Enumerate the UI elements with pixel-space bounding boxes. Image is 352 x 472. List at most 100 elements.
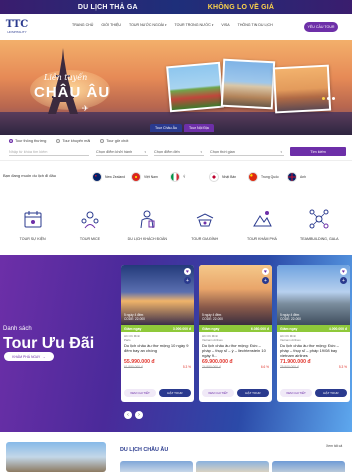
tour-search-panel: Tour thông thường Tour khuyến mãi Tour g… [0,135,352,161]
deal-actions: XEM CHI TIẾT ĐẶT TOUR [202,389,269,397]
chevron-down-icon: ▾ [200,149,202,154]
deals-title: Tour Ưu Đãi [3,335,95,352]
hero-photo-city [272,64,332,114]
view-all-link[interactable]: Xem tất cả [326,444,342,448]
chevron-right-icon[interactable]: › [135,411,143,419]
nav-about[interactable]: GIỚI THIỆU [101,23,121,27]
site-header: TTC HOSPITALITY TRANG CHỦ GIỚI THIỆU TOU… [0,14,352,40]
group-travel-icon [140,210,155,229]
chevron-down-icon: ▾ [165,23,167,27]
book-tour-button[interactable]: ĐẶT TOUR [237,389,269,397]
nav-visa[interactable]: VISA [221,23,229,27]
country-italy[interactable]: Ý [170,172,209,182]
radio-last-minute[interactable]: Tour giờ chót [100,139,128,143]
nz-flag-icon [92,172,102,182]
explore-icon [253,211,272,227]
deal-title[interactable]: Du lịch châu âu thơ mộng 10 ngày 9 đêm b… [121,342,194,358]
event-icon [24,211,42,228]
chevron-down-icon: ▾ [211,23,214,27]
deal-card[interactable]: ♥ + 5 ngày 4 đêm CODE: 22-000 Giảm ngay 3.… [121,265,194,402]
section-title: DU LỊCH CHÂU ÂU [120,447,169,453]
time-select[interactable]: Chọn thời gian ▾ [210,148,284,156]
deal-meta: Hồ Chí Minh Vietnam Airlines [202,334,223,342]
country-china[interactable]: Trung Quốc [248,172,287,182]
share-icon[interactable]: + [184,277,191,284]
country-vietnam[interactable]: Việt Nam [131,172,170,182]
deal-card[interactable]: ♥ + 5 ngày 4 đêm CODE: 22-000 Giảm ngay 4.… [277,265,350,402]
airplane-icon: ✈ [82,104,89,113]
search-button[interactable]: Tìm kiếm [290,147,346,156]
brand-logo[interactable]: TTC HOSPITALITY [5,16,29,38]
deal-price: 55.990.000 đ [124,359,155,365]
share-icon[interactable]: + [340,277,347,284]
tab-domestic[interactable]: Tour Nội Địa [183,124,214,132]
request-tour-button[interactable]: YÊU CẦU TOUR [304,22,338,32]
destination-select[interactable]: Chọn điểm đến ▾ [154,148,204,156]
europe-tour-thumbs [120,461,345,472]
category-family[interactable]: TOUR GIA ĐÌNH [177,208,233,241]
arrow-right-icon: → [42,354,46,359]
radio-empty-icon [100,139,105,143]
deal-actions: XEM CHI TIẾT ĐẶT TOUR [124,389,191,397]
tour-thumb[interactable] [196,461,269,472]
explore-now-button[interactable]: KHÁM PHÁ NGAY → [4,352,54,361]
deal-image: ♥ + 5 ngày 4 đêm CODE: 22-000 [277,265,350,325]
nav-domestic[interactable]: TOUR TRONG NƯỚC ▾ [175,23,214,27]
deal-title[interactable]: Du lịch châu âu thơ mộng: Đức – pháp – t… [199,342,272,358]
europe-section: DU LỊCH CHÂU ÂU Xem tất cả [0,432,352,472]
discount-bar: Giảm ngay 6.080.000 đ [199,325,272,332]
view-detail-button[interactable]: XEM CHI TIẾT [124,389,156,397]
chevron-down-icon: ▾ [280,149,282,154]
book-tour-button[interactable]: ĐẶT TOUR [315,389,347,397]
radio-promo[interactable]: Tour khuyến mãi [56,139,90,143]
country-new-zealand[interactable]: New Zealand [92,172,131,182]
category-teambuilding[interactable]: TEAMBUILDING, GALA [291,208,347,241]
deal-image: ♥ + 5 ngày 4 đêm CODE: 22-000 [121,265,194,325]
chevron-down-icon: ▾ [144,149,146,154]
share-icon[interactable]: + [262,277,269,284]
brand-mark: TTC [5,19,29,30]
jp-flag-icon [209,172,219,182]
category-explore[interactable]: TOUR KHÁM PHÁ [234,208,290,241]
promo-banner[interactable]: DU LỊCH THẢ GA KHÔNG LO VỀ GIÁ [0,0,352,14]
tab-europe[interactable]: Tour Châu Âu [150,124,182,132]
family-icon [196,213,213,227]
teambuilding-icon [309,209,329,229]
view-detail-button[interactable]: XEM CHI TIẾT [202,389,234,397]
category-event[interactable]: TOUR SỰ KIỆN [5,208,61,241]
keyword-input[interactable]: Nhập từ khóa tìm kiếm [9,148,89,156]
heart-icon[interactable]: ♥ [262,268,269,275]
country-japan[interactable]: Nhật Bản [209,172,248,182]
hero-photo-castle [220,58,276,110]
category-mice[interactable]: TOUR MICE [62,208,118,241]
deal-card[interactable]: ♥ + 5 ngày 4 đêm CODE: 22-000 Giảm ngay 6.… [199,265,272,402]
carousel-dots[interactable] [322,97,335,100]
deals-subtitle: Danh sách [3,326,32,332]
nav-outbound[interactable]: TOUR NƯỚC NGOÀI ▾ [129,23,167,27]
deal-tag: 5 ngày 4 đêm CODE: 22-000 [202,313,223,321]
nav-home[interactable]: TRANG CHỦ [72,23,93,27]
tour-type-radios: Tour thông thường Tour khuyến mãi Tour g… [9,139,128,143]
deal-old-price: 61.990.000 đ 5.3 % [124,365,191,369]
radio-regular[interactable]: Tour thông thường [9,139,46,143]
chevron-left-icon[interactable]: ‹ [124,411,132,419]
tour-categories: TOUR SỰ KIỆN TOUR MICE DU LỊCH KHÁCH ĐOÀ… [0,208,352,241]
book-tour-button[interactable]: ĐẶT TOUR [159,389,191,397]
departure-select[interactable]: Chọn điểm khởi hành ▾ [96,148,148,156]
deal-old-price: 75.900.000 đ 5.3 % [280,365,347,369]
tour-thumb[interactable] [272,461,345,472]
deal-actions: XEM CHI TIẾT ĐẶT TOUR [280,389,347,397]
country-question: Bạn đang muốn du lịch đi đâu [3,173,56,178]
heart-icon[interactable]: ♥ [184,268,191,275]
category-group-travel[interactable]: DU LỊCH KHÁCH ĐOÀN [119,208,175,241]
deal-meta: Hồ Chí Minh Vietnam Airlines [280,334,301,342]
cn-flag-icon [248,172,258,182]
deal-price: 69.900.000 đ [202,359,233,365]
heart-icon[interactable]: ♥ [340,268,347,275]
deal-title[interactable]: Du lịch châu âu thơ mộng: Đức – pháp – t… [277,342,350,358]
nav-travel-info[interactable]: THÔNG TIN DU LỊCH [238,23,273,27]
view-detail-button[interactable]: XEM CHI TIẾT [280,389,312,397]
tour-thumb[interactable] [120,461,193,472]
big-ben-image [6,442,106,472]
country-uk[interactable]: Anh [287,172,326,182]
